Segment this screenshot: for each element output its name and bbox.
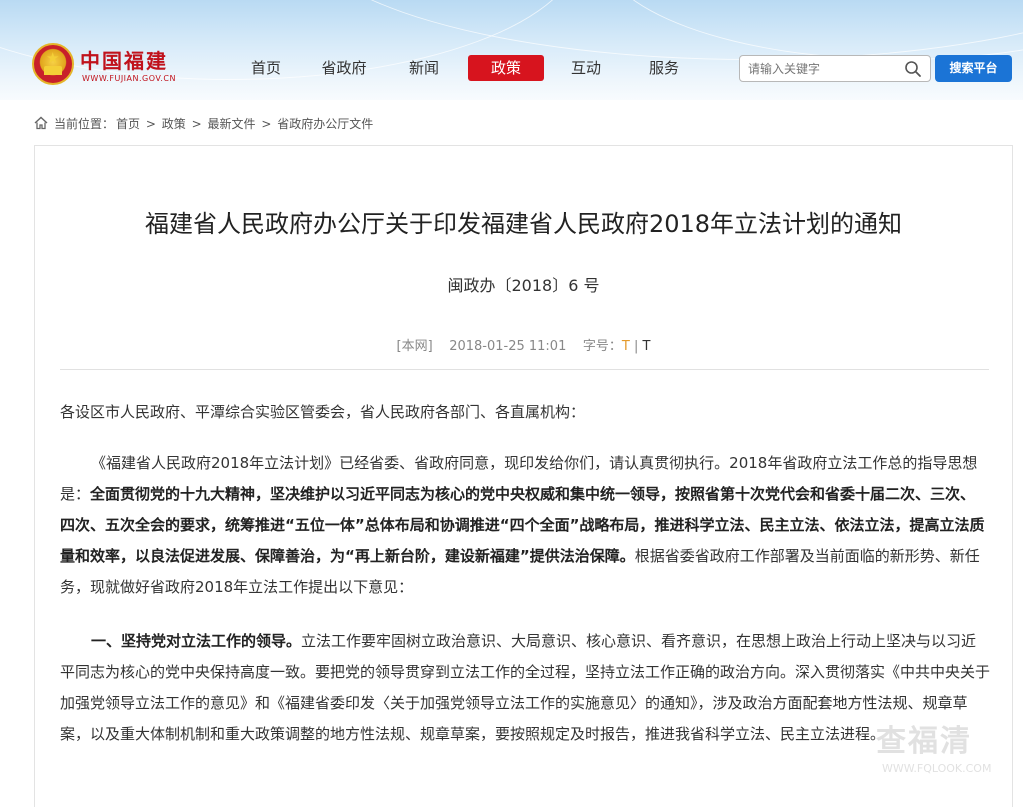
article-source: [本网]	[396, 339, 433, 354]
search-icon[interactable]	[904, 60, 922, 78]
body-paragraph: 《福建省人民政府2018年立法计划》已经省委、省政府同意，现印发给你们，请认真贯…	[60, 448, 990, 603]
nav-provincial-government[interactable]: 省政府	[306, 55, 382, 81]
nav-services[interactable]: 服务	[626, 55, 702, 81]
section-one-heading: 一、坚持党对立法工作的领导。	[91, 632, 302, 650]
article-meta: [本网] 2018-01-25 11:01 字号：T | T	[35, 335, 1012, 354]
site-logo[interactable]: ★ 中国福建 WWW.FUJIAN.GOV.CN	[32, 43, 175, 89]
breadcrumb-item-office-docs[interactable]: 省政府办公厅文件	[277, 117, 373, 131]
breadcrumb-prefix: 当前位置：	[54, 117, 115, 131]
salutation-paragraph: 各设区市人民政府、平潭综合实验区管委会，省人民政府各部门、各直属机构：	[60, 403, 586, 421]
article-datetime: 2018-01-25 11:01	[449, 339, 567, 354]
article-panel: 福建省人民政府办公厅关于印发福建省人民政府2018年立法计划的通知 闽政办〔20…	[34, 145, 1013, 807]
breadcrumb-trail: 当前位置： 首页 > 政策 > 最新文件 > 省政府办公厅文件	[54, 116, 375, 132]
site-header: ★ 中国福建 WWW.FUJIAN.GOV.CN 首页 省政府 新闻 政策 互动…	[0, 0, 1023, 100]
search-box	[739, 55, 931, 82]
breadcrumb-item-latest-docs[interactable]: 最新文件	[207, 117, 255, 131]
nav-news[interactable]: 新闻	[386, 55, 462, 81]
font-size-label: 字号：	[582, 339, 622, 354]
breadcrumb-item-home[interactable]: 首页	[116, 117, 140, 131]
home-icon	[34, 116, 48, 130]
national-emblem-icon: ★	[32, 43, 74, 85]
breadcrumb-separator: >	[145, 117, 156, 131]
article-title: 福建省人民政府办公厅关于印发福建省人民政府2018年立法计划的通知	[144, 210, 903, 238]
breadcrumb-separator: >	[191, 117, 202, 131]
search-platform-button[interactable]: 搜索平台	[935, 55, 1012, 82]
section-one-paragraph: 一、坚持党对立法工作的领导。立法工作要牢固树立政治意识、大局意识、核心意识、看齐…	[60, 626, 990, 750]
logo-subtitle: WWW.FUJIAN.GOV.CN	[82, 74, 176, 83]
nav-interaction[interactable]: 互动	[548, 55, 624, 81]
font-size-large-button[interactable]: T	[622, 339, 630, 354]
nav-policy[interactable]: 政策	[468, 55, 544, 81]
breadcrumb-item-policy[interactable]: 政策	[162, 117, 186, 131]
document-number: 闽政办〔2018〕6 号	[447, 276, 600, 295]
divider	[60, 369, 989, 370]
font-size-small-button[interactable]: T	[643, 339, 651, 354]
font-size-separator: |	[634, 339, 639, 354]
search-input[interactable]	[748, 60, 898, 78]
logo-title: 中国福建	[80, 49, 168, 73]
breadcrumb-separator: >	[261, 117, 272, 131]
nav-home[interactable]: 首页	[228, 55, 304, 81]
